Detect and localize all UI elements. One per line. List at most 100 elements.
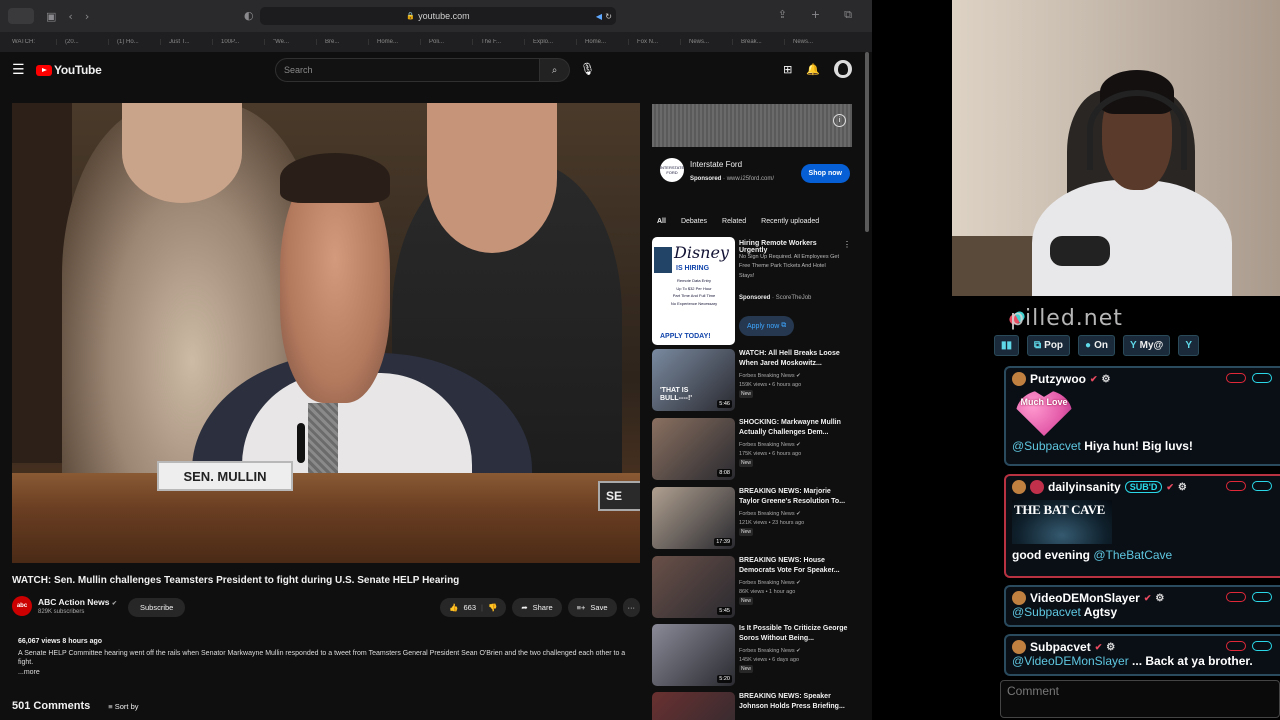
chip-recently-uploaded[interactable]: Recently uploaded <box>756 213 824 229</box>
gear-icon[interactable]: ⚙ <box>1106 642 1115 653</box>
ad-row[interactable]: INTERSTATE FORD Interstate Ford Sponsore… <box>660 156 850 190</box>
recommended-video-title[interactable]: WATCH: All Hell Breaks Loose When Jared … <box>739 349 851 369</box>
privacy-icon[interactable]: ◐ <box>244 9 254 22</box>
audio-icon[interactable]: ◀ <box>596 12 602 21</box>
browser-tab[interactable]: The F... <box>472 39 524 45</box>
browser-tab[interactable]: 100P... <box>212 39 264 45</box>
recommended-video[interactable]: BREAKING NEWS: Speaker Johnson Holds Pre… <box>652 692 852 720</box>
tab-overview-icon[interactable]: ⧉ <box>844 8 852 22</box>
channel-avatar[interactable]: abc <box>12 596 32 616</box>
ad2-title[interactable]: Hiring Remote Workers Urgently <box>739 240 843 254</box>
show-more-link[interactable]: ...more <box>18 669 40 676</box>
browser-tab[interactable]: News... <box>680 39 732 45</box>
chat-mention[interactable]: @TheBatCave <box>1093 548 1172 562</box>
new-tab-icon[interactable]: + <box>811 8 820 22</box>
browser-tab[interactable]: Fox N... <box>628 39 680 45</box>
chat-toolbar-button[interactable]: ● On <box>1078 334 1115 356</box>
scrollbar-thumb[interactable] <box>865 52 869 232</box>
recommended-video-title[interactable]: BREAKING NEWS: House Democrats Vote For … <box>739 556 851 576</box>
ad2-more-icon[interactable]: ⋮ <box>843 240 851 249</box>
gear-icon[interactable]: ⚙ <box>1155 593 1164 604</box>
chat-toolbar-button[interactable]: ⧉ Pop <box>1027 334 1071 356</box>
create-video-icon[interactable]: ⊞ <box>783 63 792 76</box>
chat-mention[interactable]: @Subpacvet <box>1012 605 1081 619</box>
chat-toolbar-button[interactable]: ▮▮ <box>994 334 1020 356</box>
toggle-cyan[interactable] <box>1252 641 1272 651</box>
browser-tab[interactable]: Bre... <box>316 39 368 45</box>
ad-info-icon[interactable]: i <box>833 114 846 127</box>
notifications-icon[interactable]: 🔔 <box>806 63 820 76</box>
browser-tab[interactable]: (20... <box>56 39 108 45</box>
toggle-red[interactable] <box>1226 641 1246 651</box>
recommended-channel[interactable]: Forbes Breaking News ✔ <box>739 579 801 588</box>
recommended-channel[interactable]: Forbes Breaking News ✔ <box>739 441 801 450</box>
chat-message[interactable]: Putzywoo ✔ ⚙ Much Love @Subpacvet Hiya hun… <box>1004 366 1280 466</box>
shop-now-button[interactable]: Shop now <box>800 164 850 183</box>
reload-icon[interactable]: ↻ <box>605 12 612 21</box>
channel-name[interactable]: ABC Action News ✔ <box>38 597 117 607</box>
gear-icon[interactable]: ⚙ <box>1178 482 1187 493</box>
browser-tab[interactable]: News... <box>784 39 836 45</box>
sidebar-icon[interactable]: ▣ <box>46 10 56 23</box>
account-avatar[interactable] <box>834 60 852 78</box>
recommended-video[interactable]: 5:45 BREAKING NEWS: House Democrats Vote … <box>652 556 852 618</box>
toggle-cyan[interactable] <box>1252 373 1272 383</box>
recommended-channel[interactable]: Forbes Breaking News ✔ <box>739 647 801 656</box>
video-thumbnail[interactable]: 'THAT IS BULL----!' 5:46 <box>652 349 735 411</box>
browser-tab[interactable]: Break... <box>732 39 784 45</box>
video-thumbnail[interactable]: 5:20 <box>652 624 735 686</box>
more-actions-button[interactable]: ··· <box>622 598 640 617</box>
video-player[interactable]: SEN. MULLIN SE <box>12 103 640 563</box>
like-dislike-button[interactable]: 👍 663 | 👎 <box>440 598 507 617</box>
video-thumbnail[interactable]: 17:39 <box>652 487 735 549</box>
chat-message[interactable]: Subpacvet ✔ ⚙ @VideoDEMonSlayer ... Back a… <box>1004 634 1280 676</box>
recommended-video-title[interactable]: BREAKING NEWS: Marjorie Taylor Greene's … <box>739 487 851 507</box>
recommended-channel[interactable]: Forbes Breaking News ✔ <box>739 372 801 381</box>
chip-related[interactable]: Related <box>717 213 751 229</box>
ad2-thumbnail[interactable]: Disney IS HIRING Remote Data Entry Up To … <box>652 237 735 345</box>
save-button[interactable]: ≡+ Save <box>567 598 617 617</box>
share-button[interactable]: ➦ Share <box>512 598 562 617</box>
recommended-video[interactable]: 'THAT IS BULL----!' 5:46 WATCH: All Hell B… <box>652 349 852 411</box>
address-bar[interactable]: 🔒 youtube.com ◀ ↻ <box>260 7 616 25</box>
browser-tab[interactable]: Explo... <box>524 39 576 45</box>
menu-icon[interactable]: ☰ <box>12 62 36 78</box>
browser-tab[interactable]: WATCH: <box>4 39 56 45</box>
browser-tab[interactable]: Poli... <box>420 39 472 45</box>
video-thumbnail[interactable]: 5:45 <box>652 556 735 618</box>
chip-debates[interactable]: Debates <box>676 213 712 229</box>
browser-tab[interactable]: "We... <box>264 39 316 45</box>
recommended-video-title[interactable]: Is It Possible To Criticize George Soros… <box>739 624 851 644</box>
search-button[interactable]: ⌕ <box>540 58 570 82</box>
toggle-red[interactable] <box>1226 373 1246 383</box>
chat-mention[interactable]: @Subpacvet <box>1012 439 1081 453</box>
search-input[interactable]: Search <box>275 58 540 82</box>
chat-comment-input[interactable]: Comment <box>1000 680 1280 718</box>
youtube-logo[interactable]: YouTube <box>36 63 102 77</box>
chip-all[interactable]: All <box>652 213 671 229</box>
chat-mention[interactable]: @VideoDEMonSlayer <box>1012 654 1129 668</box>
toggle-red[interactable] <box>1226 481 1246 491</box>
browser-tab[interactable]: Just T... <box>160 39 212 45</box>
apply-now-button[interactable]: Apply now ⧉ <box>739 316 795 336</box>
recommended-channel[interactable]: Forbes Breaking News ✔ <box>739 510 804 519</box>
page-scrollbar[interactable] <box>864 52 870 232</box>
chat-message[interactable]: dailyinsanity SUB'D ✔ ⚙ THE BAT CAVE good e… <box>1004 474 1280 578</box>
recommended-video[interactable]: 17:39 BREAKING NEWS: Marjorie Taylor Gree… <box>652 487 852 549</box>
description-box[interactable]: 66,067 views 8 hours ago A Senate HELP C… <box>12 634 640 678</box>
thumbs-down-icon[interactable]: 👎 <box>488 603 497 612</box>
subscribe-button[interactable]: Subscribe <box>128 598 186 617</box>
toggle-cyan[interactable] <box>1252 481 1272 491</box>
share-icon[interactable]: ⇪ <box>778 8 787 22</box>
forward-icon[interactable]: › <box>85 10 89 23</box>
sort-by-button[interactable]: ≡ Sort by <box>108 702 138 711</box>
chat-toolbar-button[interactable]: Y My@ <box>1122 334 1171 356</box>
browser-tab[interactable]: (1) Ho... <box>108 39 160 45</box>
back-icon[interactable]: ‹ <box>68 10 72 23</box>
toggle-red[interactable] <box>1226 592 1246 602</box>
recommended-video-title[interactable]: BREAKING NEWS: Speaker Johnson Holds Pre… <box>739 692 851 712</box>
chat-message[interactable]: VideoDEMonSlayer ✔ ⚙ @Subpacvet Agtsy <box>1004 585 1280 627</box>
video-thumbnail[interactable]: 8:08 <box>652 418 735 480</box>
browser-tab[interactable]: Home... <box>368 39 420 45</box>
recommended-video[interactable]: 5:20 Is It Possible To Criticize George S… <box>652 624 852 686</box>
